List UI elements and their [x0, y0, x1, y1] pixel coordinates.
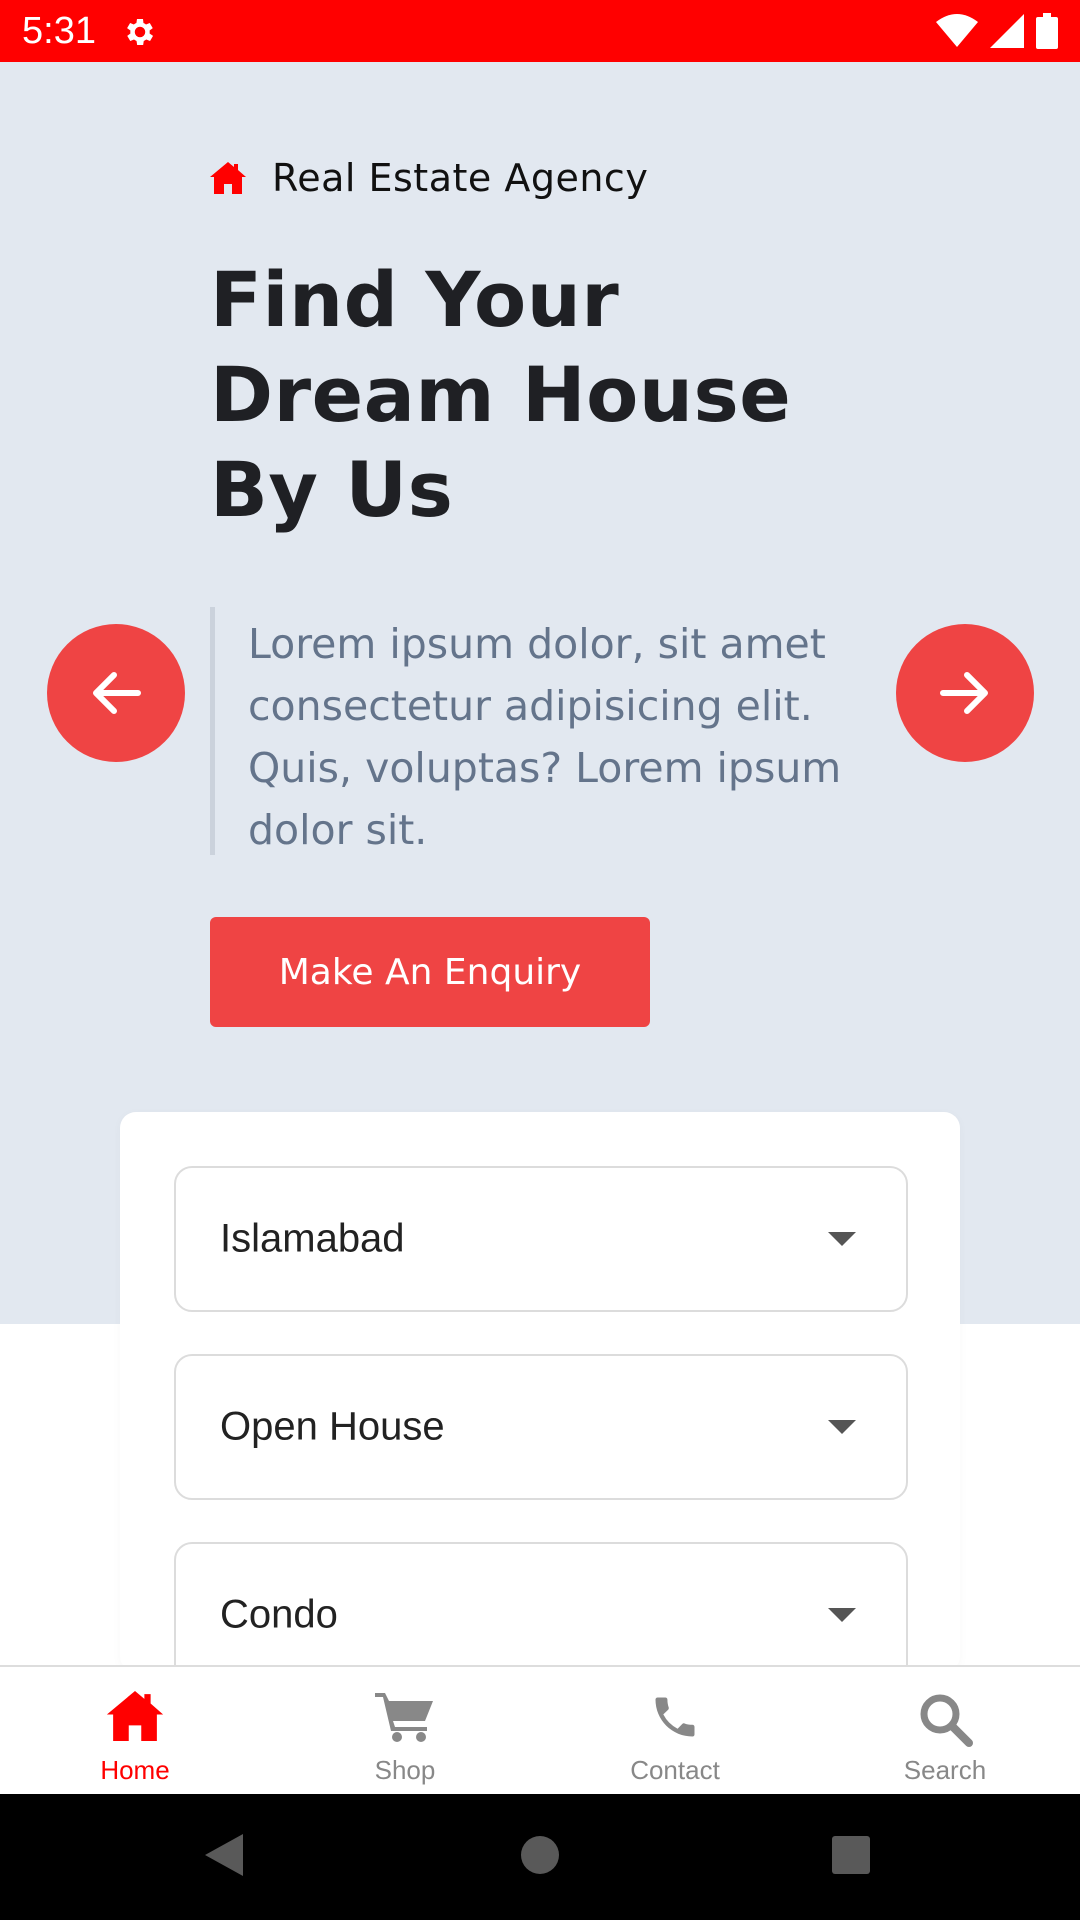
search-card: Islamabad Open House Condo	[120, 1112, 960, 1688]
nav-item-contact[interactable]: Contact	[540, 1667, 810, 1794]
signal-icon	[990, 14, 1024, 48]
next-slide-button[interactable]	[896, 624, 1034, 762]
headline-line: By Us	[210, 445, 454, 534]
home-icon	[210, 162, 246, 194]
wifi-icon	[936, 14, 978, 47]
brand-name: Real Estate Agency	[272, 156, 649, 200]
nav-label: Shop	[374, 1755, 436, 1785]
gear-icon	[127, 18, 154, 46]
select-value: Open House	[220, 1404, 445, 1449]
brand: Real Estate Agency	[210, 148, 648, 208]
arrow-right-icon	[940, 672, 988, 714]
status-select[interactable]: Open House	[174, 1354, 908, 1500]
home-icon	[106, 1691, 164, 1741]
hero-description: Lorem ipsum dolor, sit amet consectetur …	[210, 607, 870, 855]
nav-label: Home	[100, 1755, 170, 1785]
bottom-navigation: Home Shop Contact Search	[0, 1665, 1080, 1794]
cart-icon	[375, 1693, 433, 1742]
make-enquiry-button[interactable]: Make An Enquiry	[210, 917, 650, 1027]
chevron-down-icon	[828, 1232, 856, 1246]
description-text: Lorem ipsum dolor, sit amet consectetur …	[248, 620, 842, 854]
nav-label: Search	[903, 1755, 987, 1785]
arrow-left-icon	[93, 672, 141, 714]
page-title: Find Your Dream House By Us	[210, 252, 910, 537]
status-bar: 5:31	[0, 0, 1080, 62]
phone-icon	[655, 1697, 695, 1737]
system-navigation-bar	[0, 1794, 1080, 1920]
chevron-down-icon	[828, 1608, 856, 1622]
nav-item-home[interactable]: Home	[0, 1667, 270, 1794]
nav-item-shop[interactable]: Shop	[270, 1667, 540, 1794]
chevron-down-icon	[828, 1420, 856, 1434]
search-icon	[920, 1694, 973, 1747]
select-value: Condo	[220, 1592, 338, 1637]
headline-line: Dream House	[210, 350, 792, 439]
status-time: 5:31	[22, 10, 96, 52]
headline-line: Find Your	[210, 255, 620, 344]
prev-slide-button[interactable]	[47, 624, 185, 762]
nav-item-search[interactable]: Search	[810, 1667, 1080, 1794]
status-icons	[936, 12, 1058, 50]
select-value: Islamabad	[220, 1216, 405, 1261]
recents-icon[interactable]	[830, 1832, 872, 1878]
home-circle-icon[interactable]	[519, 1832, 561, 1878]
nav-label: Contact	[630, 1755, 720, 1785]
battery-icon	[1036, 13, 1058, 49]
back-icon[interactable]	[203, 1832, 245, 1878]
location-select[interactable]: Islamabad	[174, 1166, 908, 1312]
